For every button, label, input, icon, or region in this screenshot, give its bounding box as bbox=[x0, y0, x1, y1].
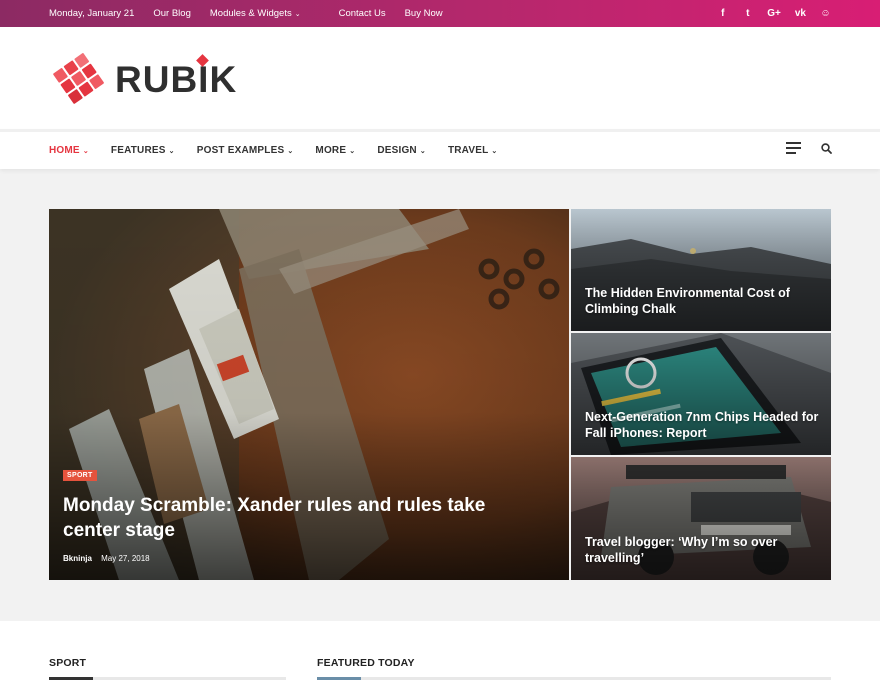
main-nav: HOME ⌄ FEATURES ⌄ POST EXAMPLES ⌄ MORE ⌄ DES… bbox=[0, 129, 880, 169]
nav-label: TRAVEL bbox=[447, 145, 489, 156]
section-underline bbox=[317, 677, 831, 680]
nav-label: MORE bbox=[315, 145, 347, 156]
chevron-down-icon: ⌄ bbox=[419, 147, 426, 155]
section-underline bbox=[49, 677, 286, 680]
featured-side-post-2[interactable]: Next-Generation 7nm Chips Headed for Fal… bbox=[571, 333, 831, 455]
side-post-title[interactable]: Travel blogger: ‘Why I’m so over travell… bbox=[585, 534, 821, 566]
twitter-icon[interactable]: t bbox=[742, 8, 753, 19]
facebook-icon[interactable]: f bbox=[717, 8, 728, 19]
current-date: Monday, January 21 bbox=[49, 8, 135, 19]
snapchat-icon[interactable]: ☺ bbox=[820, 8, 831, 19]
google-plus-icon[interactable]: G+ bbox=[767, 8, 781, 19]
nav-label: POST EXAMPLES bbox=[196, 145, 285, 156]
featured-side-post-1[interactable]: The Hidden Environmental Cost of Climbin… bbox=[571, 209, 831, 331]
chevron-down-icon: ⌄ bbox=[287, 147, 294, 155]
featured-grid: SPORT Monday Scramble: Xander rules and … bbox=[49, 209, 831, 580]
post-meta: Bkninja May 27, 2018 bbox=[63, 554, 150, 563]
chevron-down-icon: ⌄ bbox=[168, 147, 175, 155]
nav-item-design[interactable]: DESIGN ⌄ bbox=[377, 145, 426, 156]
site-header: RUBIK bbox=[0, 27, 880, 129]
top-link-label: Modules & Widgets bbox=[209, 8, 292, 19]
social-links: f t G+ vk ☺ bbox=[717, 8, 831, 19]
site-logo[interactable]: RUBIK bbox=[49, 51, 237, 109]
featured-main-post[interactable]: SPORT Monday Scramble: Xander rules and … bbox=[49, 209, 569, 580]
top-link-modules-widgets[interactable]: Modules & Widgets ⌄ bbox=[210, 8, 320, 19]
side-post-title[interactable]: The Hidden Environmental Cost of Climbin… bbox=[585, 285, 821, 317]
top-link-our-blog[interactable]: Our Blog bbox=[153, 8, 191, 19]
nav-label: FEATURES bbox=[110, 145, 166, 156]
chevron-down-icon: ⌄ bbox=[82, 147, 89, 155]
nav-item-features[interactable]: FEATURES ⌄ bbox=[111, 145, 175, 156]
search-icon[interactable] bbox=[821, 142, 832, 154]
chevron-down-icon: ⌄ bbox=[349, 147, 356, 155]
chevron-down-icon: ⌄ bbox=[491, 147, 498, 155]
nav-item-more[interactable]: MORE ⌄ bbox=[315, 145, 355, 156]
section-heading-featured-today[interactable]: FEATURED TODAY bbox=[317, 657, 415, 669]
nav-item-travel[interactable]: TRAVEL ⌄ bbox=[448, 145, 498, 156]
logo-wordmark: RUBIK bbox=[115, 59, 238, 100]
top-bar: Monday, January 21 Our Blog Modules & Wi… bbox=[0, 0, 880, 27]
post-date: May 27, 2018 bbox=[101, 554, 150, 563]
nav-actions bbox=[786, 142, 832, 154]
content-section: SPORT FEATURED TODAY bbox=[0, 621, 880, 700]
logo-text: RUBIK bbox=[115, 54, 238, 101]
top-link-contact-us[interactable]: Contact Us bbox=[339, 8, 386, 19]
vk-icon[interactable]: vk bbox=[795, 8, 806, 19]
nav-item-home[interactable]: HOME ⌄ bbox=[49, 145, 89, 156]
top-bar-left: Monday, January 21 Our Blog Modules & Wi… bbox=[49, 8, 462, 19]
nav-item-post-examples[interactable]: POST EXAMPLES ⌄ bbox=[197, 145, 294, 156]
side-post-title[interactable]: Next-Generation 7nm Chips Headed for Fal… bbox=[585, 409, 821, 441]
nav-label: HOME bbox=[49, 145, 80, 156]
category-badge[interactable]: SPORT bbox=[63, 470, 97, 481]
top-link-buy-now[interactable]: Buy Now bbox=[405, 8, 443, 19]
nav-label: DESIGN bbox=[377, 145, 417, 156]
chevron-down-icon: ⌄ bbox=[294, 11, 301, 18]
hamburger-menu-icon[interactable] bbox=[786, 142, 801, 154]
featured-main-title[interactable]: Monday Scramble: Xander rules and rules … bbox=[63, 493, 543, 543]
section-heading-sport[interactable]: SPORT bbox=[49, 657, 86, 669]
post-author[interactable]: Bkninja bbox=[63, 554, 92, 563]
logo-mark-icon bbox=[53, 53, 104, 104]
featured-side-post-3[interactable]: Travel blogger: ‘Why I’m so over travell… bbox=[571, 457, 831, 580]
